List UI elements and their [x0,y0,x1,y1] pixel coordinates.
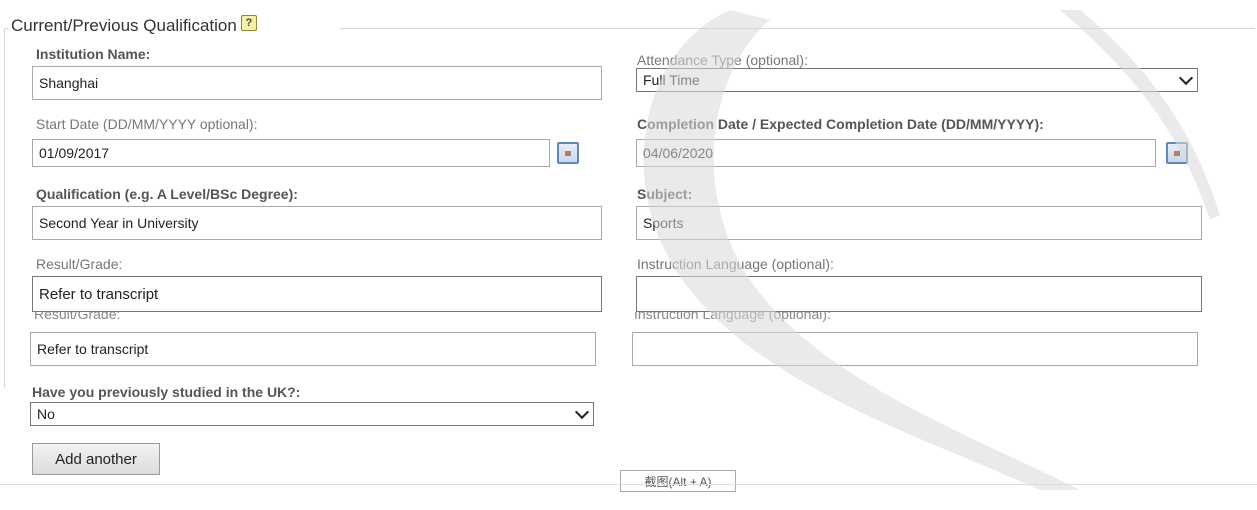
chevron-down-icon [1178,70,1194,86]
attendance-type-select[interactable]: Full Time [636,68,1198,92]
previously-studied-uk-select[interactable]: No [30,402,594,426]
qualification-input[interactable]: Second Year in University [32,206,602,240]
result-grade-value: Refer to transcript [37,341,149,357]
bottom-divider [0,484,1257,485]
previously-studied-uk-label: Have you previously studied in the UK?: [32,384,301,400]
subject-label: Subject: [637,186,693,202]
completion-date-value: 04/06/2020 [643,145,714,161]
institution-name-input[interactable]: Shanghai [32,66,602,100]
start-date-value: 01/09/2017 [39,145,110,161]
add-another-button[interactable]: Add another [32,443,160,475]
result-grade-label: Result/Grade: [34,312,121,322]
subject-input[interactable]: Sports [636,206,1202,240]
chevron-down-icon [574,404,590,420]
result-grade-value: Refer to transcript [39,285,159,303]
result-grade-label: Result/Grade: [36,256,123,272]
instruction-language-input[interactable] [636,276,1202,312]
start-date-input[interactable]: 01/09/2017 [32,139,550,167]
calendar-icon[interactable] [1166,142,1188,164]
section-title: Current/Previous Qualification [11,16,237,35]
institution-name-label: Institution Name: [36,46,151,62]
fieldset-border-top-right [340,28,1255,29]
result-grade-input[interactable]: Refer to transcript [30,332,596,366]
instruction-language-label: Instruction Language (optional): [637,256,834,272]
section-legend: Current/Previous Qualification ? [11,15,257,36]
instruction-language-input[interactable] [632,332,1198,366]
fieldset-border-left [4,28,5,388]
previously-studied-uk-value: No [37,406,55,422]
qualification-value: Second Year in University [39,215,199,231]
qualification-label: Qualification (e.g. A Level/BSc Degree): [36,186,298,202]
completion-date-input[interactable]: 04/06/2020 [636,139,1156,167]
start-date-label: Start Date (DD/MM/YYYY optional): [36,116,258,132]
subject-value: Sports [643,215,684,231]
result-grade-input[interactable]: Refer to transcript [32,276,602,312]
attendance-type-value: Full Time [643,72,700,88]
attendance-type-label: Attendance Type (optional): [637,52,808,68]
screenshot-shortcut-tooltip: 截图(Alt + A) [620,470,736,492]
institution-name-value: Shanghai [39,75,99,91]
instruction-language-label: Instruction Language (optional): [634,312,831,322]
calendar-icon[interactable] [557,142,579,164]
clipped-label-row: Result/Grade: Instruction Language (opti… [30,312,1230,326]
help-icon[interactable]: ? [240,15,257,31]
completion-date-label: Completion Date / Expected Completion Da… [637,116,1044,132]
